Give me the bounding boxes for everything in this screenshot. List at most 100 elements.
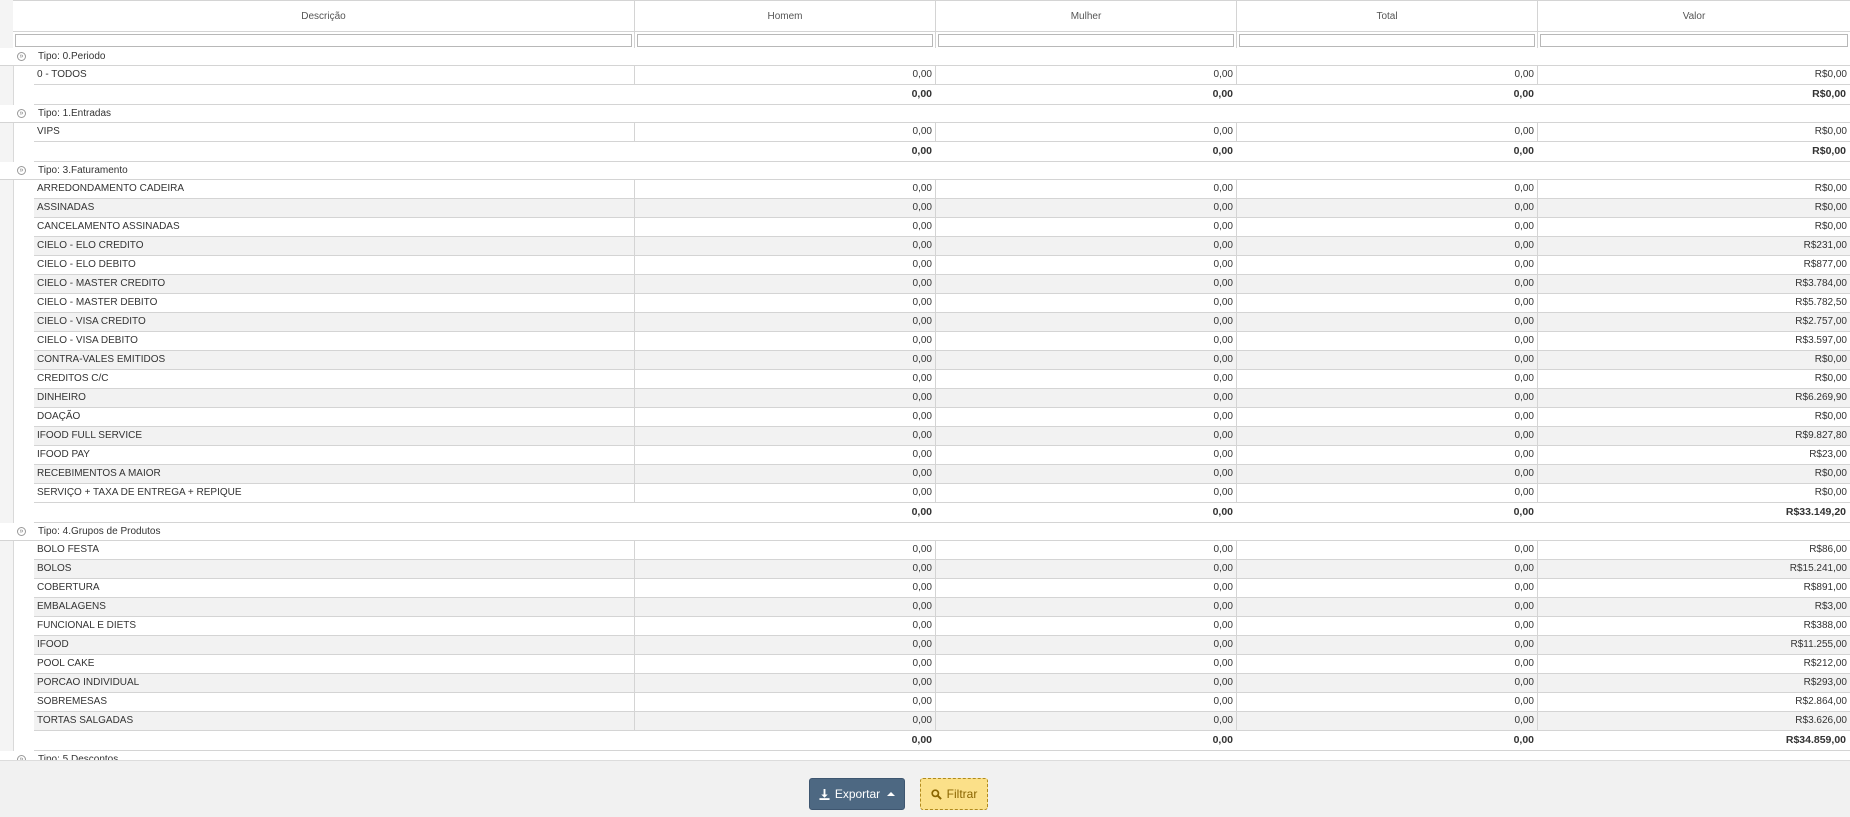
table-row[interactable]: FUNCIONAL E DIETS 0,00 0,00 0,00 R$388,00 (34, 617, 1850, 636)
table-row[interactable]: 0 - TODOS 0,00 0,00 0,00 R$0,00 (34, 66, 1850, 85)
summary-cell-homem: 0,00 (635, 731, 936, 750)
column-header-mulher[interactable]: Mulher (936, 1, 1237, 31)
cell-valor: R$877,00 (1803, 259, 1847, 270)
cell-valor: R$2.757,00 (1795, 316, 1847, 327)
cell-homem: 0,00 (635, 408, 936, 426)
cell-valor: R$0,00 (1814, 126, 1847, 137)
cell-descricao: BOLO FESTA (34, 541, 635, 559)
table-row[interactable]: IFOOD 0,00 0,00 0,00 R$11.255,00 (34, 636, 1850, 655)
table-row[interactable]: PORCAO INDIVIDUAL 0,00 0,00 0,00 R$293,00 (34, 674, 1850, 693)
filter-button[interactable]: Filtrar (920, 778, 988, 810)
table-row[interactable]: DINHEIRO 0,00 0,00 0,00 R$6.269,90 (34, 389, 1850, 408)
table-row[interactable]: CIELO - MASTER DEBITO 0,00 0,00 0,00 R$5.782… (34, 294, 1850, 313)
group-row[interactable]: » Tipo: 4.Grupos de Produtos (0, 523, 1850, 541)
cell-valor: R$2.864,00 (1795, 696, 1847, 707)
table-row[interactable]: RECEBIMENTOS A MAIOR 0,00 0,00 0,00 R$0,00 (34, 465, 1850, 484)
cell-mulher: 0,00 (936, 408, 1237, 426)
cell-valor: R$3.597,00 (1795, 335, 1847, 346)
table-row[interactable]: CIELO - ELO CREDITO 0,00 0,00 0,00 R$231,00 (34, 237, 1850, 256)
download-icon (819, 788, 830, 800)
summary-cell-valor: R$34.859,00 (1538, 731, 1850, 750)
column-header-valor[interactable]: Valor (1538, 1, 1850, 31)
cell-descricao: CANCELAMENTO ASSINADAS (34, 218, 635, 236)
table-row[interactable]: BOLO FESTA 0,00 0,00 0,00 R$86,00 (34, 541, 1850, 560)
group-label: Tipo: 1.Entradas (38, 108, 112, 119)
collapse-circle-icon[interactable]: » (17, 109, 26, 118)
cell-total: 0,00 (1237, 66, 1538, 84)
filter-input-mulher[interactable] (938, 34, 1234, 47)
table-row[interactable]: CONTRA-VALES EMITIDOS 0,00 0,00 0,00 R$0,00 (34, 351, 1850, 370)
filter-input-homem[interactable] (637, 34, 933, 47)
group-summary-row: 0,00 0,00 0,00 R$34.859,00 (34, 731, 1850, 751)
table-row[interactable]: IFOOD FULL SERVICE 0,00 0,00 0,00 R$9.827,80 (34, 427, 1850, 446)
filter-input-valor[interactable] (1540, 34, 1848, 47)
group-row[interactable]: » Tipo: 3.Faturamento (0, 162, 1850, 180)
table-row[interactable]: COBERTURA 0,00 0,00 0,00 R$891,00 (34, 579, 1850, 598)
collapse-circle-icon[interactable]: » (17, 527, 26, 536)
table-row[interactable]: IFOOD PAY 0,00 0,00 0,00 R$23,00 (34, 446, 1850, 465)
cell-mulher: 0,00 (936, 199, 1237, 217)
cell-total: 0,00 (1237, 560, 1538, 578)
group-row[interactable]: » Tipo: 1.Entradas (0, 105, 1850, 123)
cell-mulher: 0,00 (936, 541, 1237, 559)
cell-valor: R$231,00 (1803, 240, 1847, 251)
cell-descricao: CIELO - VISA DEBITO (34, 332, 635, 350)
cell-mulher: 0,00 (936, 370, 1237, 388)
collapse-circle-icon[interactable]: » (17, 52, 26, 61)
table-row[interactable]: SERVIÇO + TAXA DE ENTREGA + REPIQUE 0,00 0… (34, 484, 1850, 503)
filter-input-total[interactable] (1239, 34, 1535, 47)
cell-mulher: 0,00 (936, 560, 1237, 578)
cell-valor: R$6.269,90 (1795, 392, 1847, 403)
cell-homem: 0,00 (635, 693, 936, 711)
cell-mulher: 0,00 (936, 617, 1237, 635)
table-row[interactable]: CANCELAMENTO ASSINADAS 0,00 0,00 0,00 R$0,00 (34, 218, 1850, 237)
table-row[interactable]: CREDITOS C/C 0,00 0,00 0,00 R$0,00 (34, 370, 1850, 389)
table-row[interactable]: TORTAS SALGADAS 0,00 0,00 0,00 R$3.626,00 (34, 712, 1850, 731)
cell-mulher: 0,00 (936, 218, 1237, 236)
table-row[interactable]: BOLOS 0,00 0,00 0,00 R$15.241,00 (34, 560, 1850, 579)
summary-cell-mulher: 0,00 (936, 142, 1237, 161)
table-row[interactable]: CIELO - VISA DEBITO 0,00 0,00 0,00 R$3.597,0… (34, 332, 1850, 351)
export-button[interactable]: Exportar (809, 778, 905, 810)
table-row[interactable]: CIELO - ELO DEBITO 0,00 0,00 0,00 R$877,00 (34, 256, 1850, 275)
column-header-total[interactable]: Total (1237, 1, 1538, 31)
cell-total: 0,00 (1237, 351, 1538, 369)
filter-cell (1538, 32, 1850, 49)
group-summary-row: 0,00 0,00 0,00 R$33.149,20 (34, 503, 1850, 523)
group-row[interactable]: » Tipo: 0.Periodo (0, 48, 1850, 66)
summary-cell-total: 0,00 (1237, 85, 1538, 104)
table-row[interactable]: CIELO - MASTER CREDITO 0,00 0,00 0,00 R$3.78… (34, 275, 1850, 294)
group-row[interactable]: » Tipo: 5.Descontos (0, 751, 1850, 760)
cell-descricao: ARREDONDAMENTO CADEIRA (34, 180, 635, 198)
cell-mulher: 0,00 (936, 275, 1237, 293)
cell-total: 0,00 (1237, 218, 1538, 236)
filter-input-descricao[interactable] (15, 34, 632, 47)
collapse-circle-icon[interactable]: » (17, 166, 26, 175)
cell-valor: R$388,00 (1803, 620, 1847, 631)
column-header-row: Descrição Homem Mulher Total Valor (13, 0, 1850, 32)
table-row[interactable]: SOBREMESAS 0,00 0,00 0,00 R$2.864,00 (34, 693, 1850, 712)
cell-valor: R$3.784,00 (1795, 278, 1847, 289)
cell-total: 0,00 (1237, 636, 1538, 654)
table-row[interactable]: EMBALAGENS 0,00 0,00 0,00 R$3,00 (34, 598, 1850, 617)
cell-descricao: CIELO - ELO DEBITO (34, 256, 635, 274)
cell-descricao: ASSINADAS (34, 199, 635, 217)
table-row[interactable]: ASSINADAS 0,00 0,00 0,00 R$0,00 (34, 199, 1850, 218)
cell-total: 0,00 (1237, 712, 1538, 730)
cell-descricao: TORTAS SALGADAS (34, 712, 635, 730)
cell-homem: 0,00 (635, 636, 936, 654)
table-row[interactable]: POOL CAKE 0,00 0,00 0,00 R$212,00 (34, 655, 1850, 674)
column-header-descricao[interactable]: Descrição (13, 1, 635, 31)
cell-total: 0,00 (1237, 123, 1538, 141)
summary-spacer (34, 503, 635, 522)
table-row[interactable]: CIELO - VISA CREDITO 0,00 0,00 0,00 R$2.757,… (34, 313, 1850, 332)
column-header-homem[interactable]: Homem (635, 1, 936, 31)
summary-spacer (34, 731, 635, 750)
cell-homem: 0,00 (635, 66, 936, 84)
table-row[interactable]: ARREDONDAMENTO CADEIRA 0,00 0,00 0,00 R$0,00 (34, 180, 1850, 199)
cell-descricao: DINHEIRO (34, 389, 635, 407)
table-row[interactable]: DOAÇÃO 0,00 0,00 0,00 R$0,00 (34, 408, 1850, 427)
table-row[interactable]: VIPS 0,00 0,00 0,00 R$0,00 (34, 123, 1850, 142)
cell-homem: 0,00 (635, 541, 936, 559)
summary-cell-mulher: 0,00 (936, 731, 1237, 750)
